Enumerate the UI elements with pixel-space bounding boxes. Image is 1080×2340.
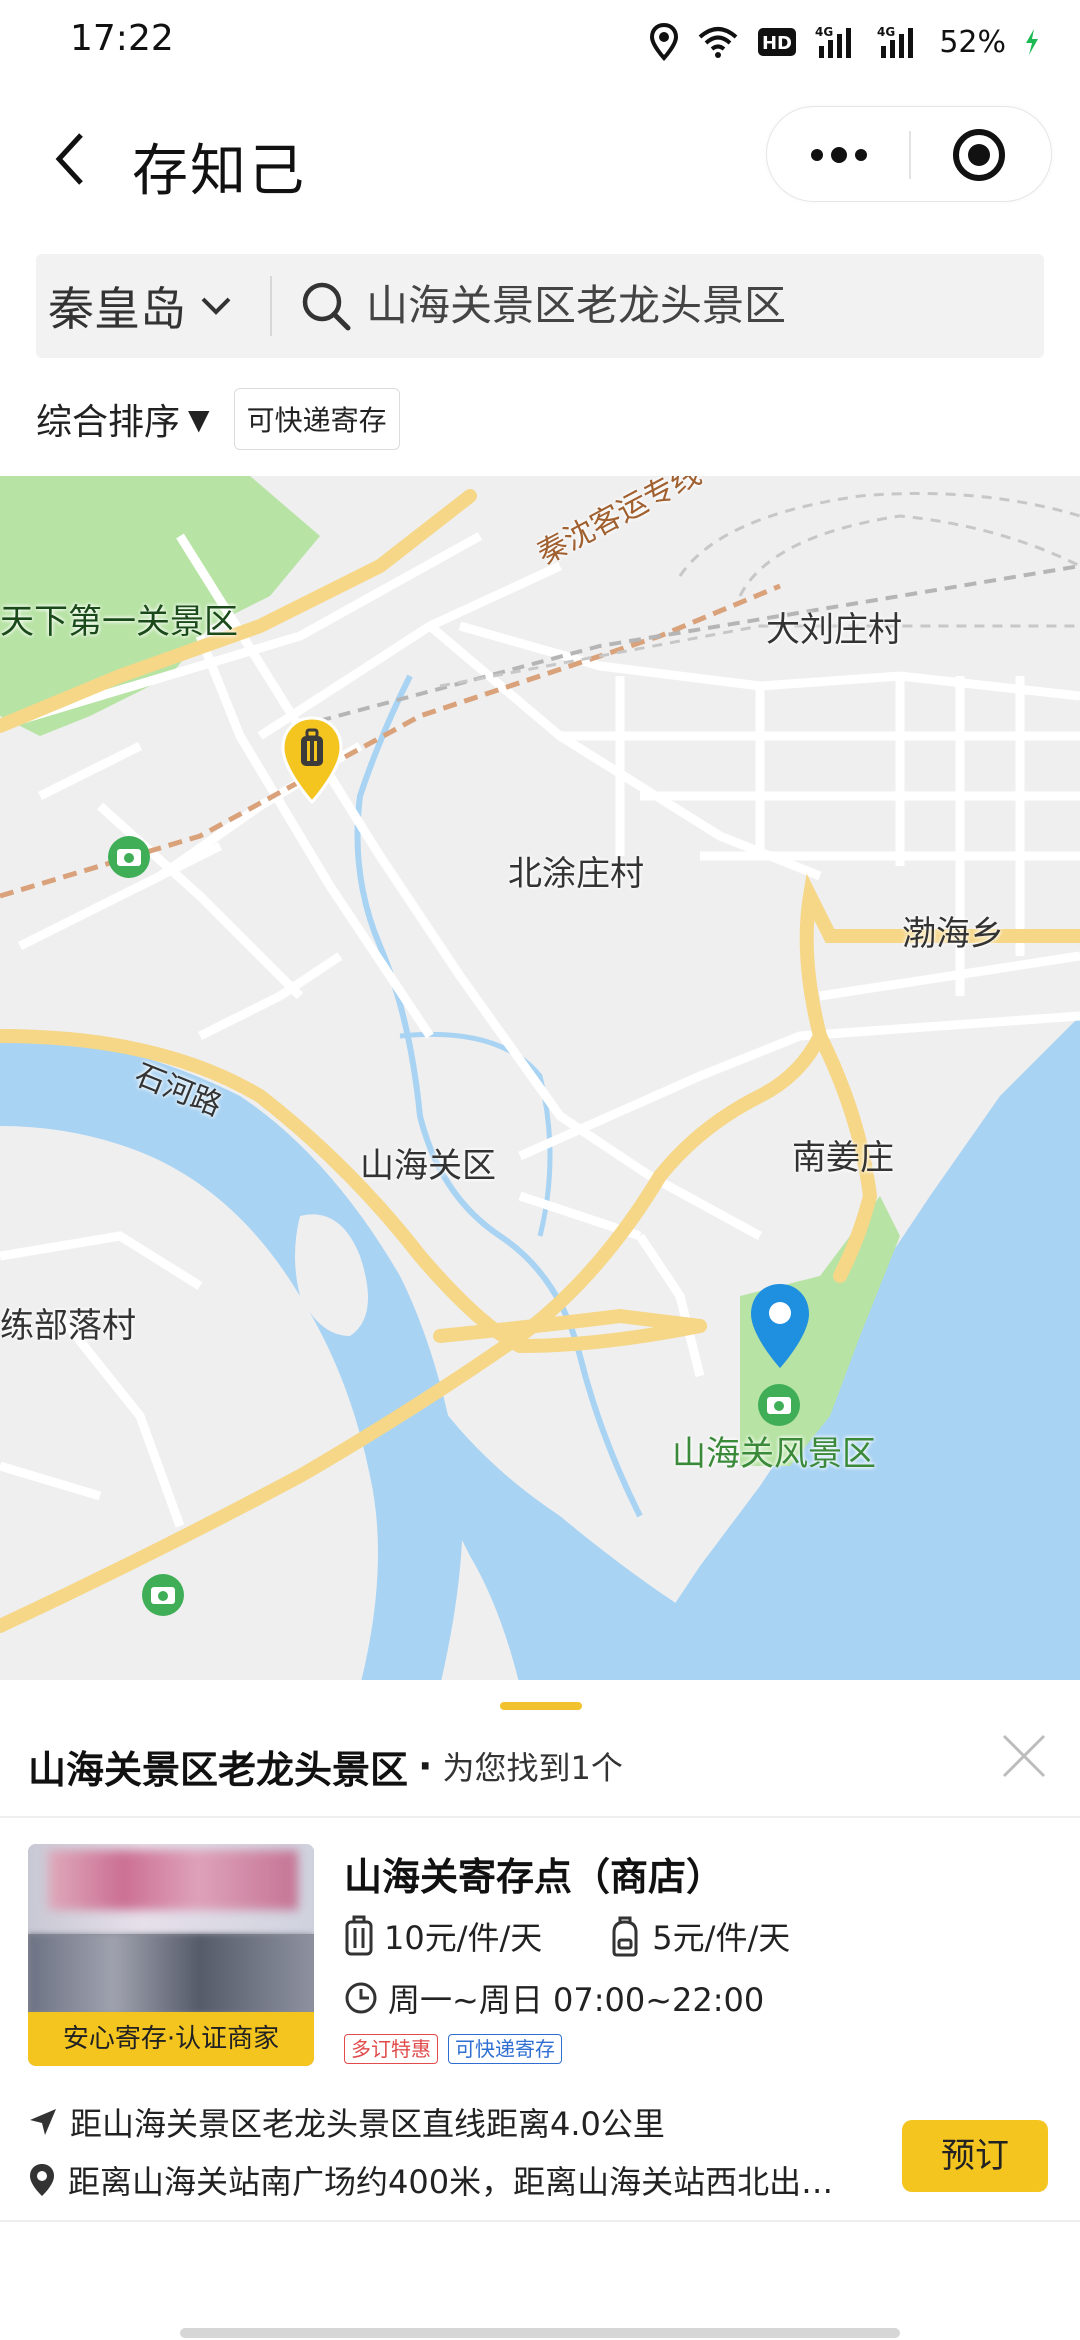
price-small-item: 5元/件/天 xyxy=(652,1919,791,1957)
store-pin[interactable] xyxy=(280,716,344,806)
location-icon xyxy=(649,22,679,62)
camera-icon xyxy=(758,1384,800,1426)
wifi-icon xyxy=(697,22,739,62)
opening-hours: 周一~周日 07:00~22:00 xyxy=(388,1981,765,2019)
status-time: 17:22 xyxy=(70,18,174,59)
result-separator-dot: · xyxy=(418,1744,433,1788)
distance-row: 距山海关景区老龙头景区直线距离4.0公里 xyxy=(28,2096,665,2148)
network-label-1: 4G xyxy=(815,25,833,39)
back-button[interactable] xyxy=(40,124,100,194)
sort-arrow-icon: ▼ xyxy=(188,402,210,436)
close-mini-program-button[interactable] xyxy=(943,127,1015,183)
book-button[interactable]: 预订 xyxy=(902,2120,1048,2192)
charging-icon xyxy=(1024,22,1040,62)
map-pin-icon xyxy=(30,2164,54,2196)
luggage-pin-icon xyxy=(281,716,343,805)
store-tags: 多订特惠 可快递寄存 xyxy=(344,2034,562,2064)
battery-percent: 52% xyxy=(939,24,1006,60)
scenic-poi-icon-3[interactable] xyxy=(140,1572,186,1618)
signal-icon-1: 4G xyxy=(815,22,859,62)
backpack-icon xyxy=(612,1916,638,1957)
clock-icon xyxy=(345,1982,377,2014)
sort-label: 综合排序 xyxy=(36,402,181,443)
address-text: 距离山海关站南广场约400米，距离山海关站西北出… xyxy=(68,2163,834,2201)
map-label-scenic-2: 山海关风景区 xyxy=(672,1434,876,1474)
map-label-village-4: 练部落村 xyxy=(0,1306,136,1346)
express-storage-filter[interactable]: 可快递寄存 xyxy=(233,388,400,450)
map-label-village-1: 大刘庄村 xyxy=(766,610,902,650)
sheet-grabber[interactable] xyxy=(500,1702,582,1710)
chevron-down-icon xyxy=(201,297,231,315)
hd-icon: HD xyxy=(757,22,797,62)
map-label-village-3: 南姜庄 xyxy=(792,1138,894,1178)
camera-icon xyxy=(142,1574,184,1616)
store-photo[interactable]: 安心寄存·认证商家 xyxy=(28,1844,314,2066)
photo-sign xyxy=(48,1850,298,1910)
city-label: 秦皇岛 xyxy=(48,282,186,336)
price-row: 10元/件/天 5元/件/天 xyxy=(344,1910,790,1962)
chevron-left-icon xyxy=(55,133,83,185)
results-header: 山海关景区老龙头景区 · 为您找到1个 xyxy=(28,1736,623,1796)
photo-bottom xyxy=(28,1934,314,2014)
result-location-title: 山海关景区老龙头景区 xyxy=(28,1747,409,1792)
search-icon xyxy=(298,278,354,334)
camera-icon xyxy=(108,836,150,878)
mini-program-capsule xyxy=(766,106,1052,202)
results-sheet: 山海关景区老龙头景区 · 为您找到1个 安心寄存·认证商家 山海关寄存点（商店）… xyxy=(0,1680,1080,2340)
close-icon xyxy=(1002,1734,1046,1778)
signal-icon-2: 4G xyxy=(877,22,921,62)
map-label-district: 山海关区 xyxy=(360,1146,496,1186)
location-pin-icon xyxy=(751,1284,809,1368)
result-count: 为您找到1个 xyxy=(442,1749,623,1787)
target-icon xyxy=(953,129,1005,181)
destination-pin[interactable] xyxy=(748,1282,812,1372)
tag-discount: 多订特惠 xyxy=(344,2034,438,2064)
address-row: 距离山海关站南广场约400米，距离山海关站西北出… xyxy=(28,2152,858,2208)
more-dots-icon xyxy=(811,147,867,163)
price-large-item: 10元/件/天 xyxy=(384,1919,543,1957)
store-name[interactable]: 山海关寄存点（商店） xyxy=(344,1846,724,1901)
city-selector[interactable]: 秦皇岛 xyxy=(48,254,232,358)
map-label-village-2: 北涂庄村 xyxy=(508,854,644,894)
certified-badge: 安心寄存·认证商家 xyxy=(28,2012,314,2066)
sheet-bottom-divider xyxy=(0,2220,1080,2222)
status-icons: HD 4G 4G 52% xyxy=(649,20,1040,64)
search-input[interactable]: 山海关景区老龙头景区 xyxy=(366,254,786,358)
map-label-scenic-1: 天下第一关景区 xyxy=(0,602,238,642)
more-button[interactable] xyxy=(803,133,875,177)
page-title: 存知己 xyxy=(132,139,306,204)
map-label-town-1: 渤海乡 xyxy=(902,914,1004,954)
close-button[interactable] xyxy=(996,1728,1052,1784)
scenic-poi-icon[interactable] xyxy=(106,834,152,880)
search-separator xyxy=(270,276,272,336)
navigation-arrow-icon xyxy=(30,2109,56,2135)
hours-row: 周一~周日 07:00~22:00 xyxy=(344,1972,764,2024)
sort-dropdown[interactable]: 综合排序 ▼ xyxy=(36,393,210,445)
tag-express: 可快递寄存 xyxy=(448,2034,562,2064)
network-label-2: 4G xyxy=(877,25,895,39)
suitcase-icon xyxy=(345,1915,373,1956)
scenic-poi-icon-2[interactable] xyxy=(756,1382,802,1428)
distance-text: 距山海关景区老龙头景区直线距离4.0公里 xyxy=(70,2105,665,2143)
nav-bar: 存知己 xyxy=(0,100,1080,218)
search-bar: 秦皇岛 山海关景区老龙头景区 xyxy=(36,254,1044,358)
status-bar: 17:22 HD 4G 4G 52% xyxy=(0,0,1080,84)
sheet-divider xyxy=(0,1816,1080,1818)
capsule-divider xyxy=(909,131,911,179)
hd-label: HD xyxy=(762,33,792,54)
map-view[interactable]: 秦沈客运专线 天下第一关景区 大刘庄村 北涂庄村 渤海乡 石河路 山海关区 南姜… xyxy=(0,476,1080,1686)
home-indicator[interactable] xyxy=(180,2328,900,2338)
filter-bar: 综合排序 ▼ 可快递寄存 xyxy=(36,386,400,452)
